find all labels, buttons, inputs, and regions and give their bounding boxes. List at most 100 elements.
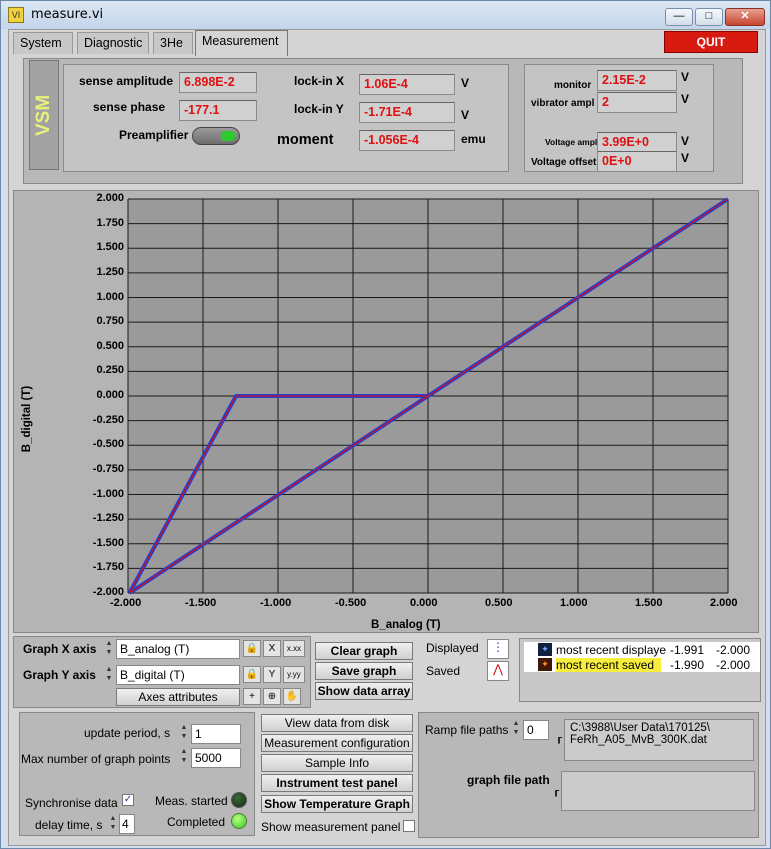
x-tick-label: 0.000 <box>410 597 438 609</box>
save-graph-button[interactable]: Save graph <box>315 662 413 680</box>
update-period-label: update period, s <box>84 726 171 740</box>
delay-time-label: delay time, s <box>35 818 103 832</box>
sense-phase-label: sense phase <box>93 100 166 114</box>
x-lock-icon[interactable]: 🔒 <box>243 640 261 657</box>
max-points-label: Max number of graph points <box>21 752 171 766</box>
y-tick-label: 0.250 <box>96 364 124 377</box>
displayed-label: Displayed <box>426 641 479 655</box>
sense-phase-value: -177.1 <box>179 100 257 121</box>
meas-started-label: Meas. started <box>155 794 228 808</box>
x-axis-title: B_analog (T) <box>371 619 441 631</box>
sample-info-button[interactable]: Sample Info <box>261 754 413 772</box>
xy-graph[interactable]: -2.000 -1.500 -1.000 -0.500 0.000 0.500 1.000 1… <box>13 190 759 633</box>
instrument-test-button[interactable]: Instrument test panel <box>261 774 413 792</box>
delay-time-input[interactable]: 4 <box>119 814 135 834</box>
update-period-stepper[interactable]: ▲ ▼ <box>179 723 189 743</box>
maximize-button[interactable]: □ <box>695 8 723 26</box>
x-tick-label: -1.000 <box>260 597 292 609</box>
ramp-index-input[interactable]: 0 <box>523 720 549 740</box>
y-lock-icon[interactable]: 🔒 <box>243 666 261 683</box>
update-period-input[interactable]: 1 <box>191 724 241 744</box>
cursor-displayed-y: -2.000 <box>716 643 751 657</box>
vibrator-ampl-label: vibrator ampl <box>531 98 595 109</box>
cursor-saved-name: most recent saved <box>556 658 661 672</box>
title-bar: VI measure.vi — □ ✕ <box>1 1 770 29</box>
sense-amplitude-value: 6.898E-2 <box>179 72 257 93</box>
graph-x-axis-select[interactable]: B_analog (T) <box>116 639 240 659</box>
moment-value: -1.056E-4 <box>359 130 455 151</box>
y-tick-label: 0.500 <box>96 339 124 352</box>
monitor-unit: V <box>681 70 690 84</box>
graph-y-axis-select[interactable]: B_digital (T) <box>116 665 240 685</box>
x-tick-label: -1.500 <box>185 597 217 609</box>
voltage-offset-label: Voltage offset <box>531 157 597 168</box>
y-autoscale-icon[interactable]: Y <box>263 666 281 683</box>
y-tick-label: 0.750 <box>96 315 124 328</box>
ramp-file-path[interactable]: C:\3988\User Data\170125\ FeRh_A05_MvB_3… <box>564 719 754 761</box>
cursor-displayed-icon[interactable]: ✦ <box>538 643 552 656</box>
graph-path-browse-icon[interactable]: ┎ <box>553 786 559 797</box>
x-tick-label: 0.500 <box>485 597 513 609</box>
cursor-legend: ✦ most recent displayed -1.991 -2.000 ✦ … <box>519 638 761 702</box>
clear-graph-button[interactable]: Clear graph <box>315 642 413 660</box>
displayed-plot-style-icon[interactable]: ⋮ <box>487 639 509 659</box>
show-meas-panel-checkbox[interactable] <box>403 820 415 832</box>
saved-label: Saved <box>426 664 461 678</box>
y-tick-label: -2.000 <box>92 586 124 598</box>
y-tick-label: -1.500 <box>92 536 124 549</box>
show-data-array-button[interactable]: Show data array <box>315 682 413 700</box>
sync-data-checkbox[interactable]: ✓ <box>122 794 134 806</box>
graph-file-path-label: graph file path <box>467 773 550 787</box>
measurement-config-button[interactable]: Measurement configuration <box>261 734 413 752</box>
voltage-offset-unit: V <box>681 151 690 165</box>
x-axis-ring-arrows[interactable]: ▲ ▼ <box>104 639 114 659</box>
app-window: VI measure.vi — □ ✕ System Diagnostic 3H… <box>0 0 771 849</box>
preamplifier-switch[interactable] <box>192 127 240 145</box>
y-tick-label: 0.000 <box>96 389 124 401</box>
cursor-tool-icon[interactable]: + <box>243 688 261 705</box>
quit-button[interactable]: QUIT <box>664 31 758 53</box>
show-temperature-graph-button[interactable]: Show Temperature Graph <box>261 795 413 813</box>
x-autoscale-icon[interactable]: X <box>263 640 281 657</box>
graph-file-path-input[interactable] <box>561 771 755 811</box>
tab-3he[interactable]: 3He <box>153 32 193 54</box>
voltage-ampl-value: 3.99E+0 <box>597 132 677 153</box>
ramp-browse-icon[interactable]: ┎ <box>556 733 562 744</box>
y-tick-label: 1.750 <box>96 216 124 229</box>
plot-area[interactable] <box>14 191 760 634</box>
saved-plot-style-icon[interactable]: ⋀ <box>487 661 509 681</box>
voltage-ampl-unit: V <box>681 134 690 148</box>
y-tick-label: 1.250 <box>96 265 124 278</box>
y-tick-label: 2.000 <box>96 192 124 204</box>
vi-front-panel: System Diagnostic 3He Measurement QUIT V… <box>8 29 766 846</box>
minimize-button[interactable]: — <box>665 8 693 26</box>
graph-y-axis-label: Graph Y axis <box>23 668 96 682</box>
tab-measurement[interactable]: Measurement <box>195 30 288 56</box>
meas-started-led <box>231 792 247 808</box>
monitor-value: 2.15E-2 <box>597 70 677 91</box>
ramp-file-paths-label: Ramp file paths <box>425 723 509 737</box>
axes-attributes-button[interactable]: Axes attributes <box>116 688 240 706</box>
tab-diagnostic[interactable]: Diagnostic <box>77 32 149 54</box>
view-data-button[interactable]: View data from disk <box>261 714 413 732</box>
y-tick-label: -1.000 <box>92 487 124 500</box>
max-points-stepper[interactable]: ▲ ▼ <box>179 747 189 767</box>
y-tick-label: -0.750 <box>92 462 124 475</box>
y-format-icon[interactable]: y.yy <box>283 666 305 683</box>
cursor-saved-y: -2.000 <box>716 658 751 672</box>
cursor-displayed-name: most recent displayed <box>556 643 666 657</box>
ramp-index-stepper[interactable]: ▲ ▼ <box>511 719 521 739</box>
cursor-saved-icon[interactable]: ✦ <box>538 658 552 671</box>
sense-amplitude-label: sense amplitude <box>79 74 174 88</box>
y-axis-ring-arrows[interactable]: ▲ ▼ <box>104 665 114 685</box>
x-format-icon[interactable]: x.xx <box>283 640 305 657</box>
pan-tool-icon[interactable]: ✋ <box>283 688 301 705</box>
window-title: measure.vi <box>31 7 104 22</box>
delay-time-stepper[interactable]: ▲ ▼ <box>108 814 118 834</box>
lockin-x-value: 1.06E-4 <box>359 74 455 95</box>
tab-system[interactable]: System <box>13 32 73 54</box>
max-points-input[interactable]: 5000 <box>191 748 241 768</box>
close-button[interactable]: ✕ <box>725 8 765 26</box>
lockin-y-unit: V <box>461 108 470 122</box>
zoom-tool-icon[interactable]: ⊕ <box>263 688 281 705</box>
